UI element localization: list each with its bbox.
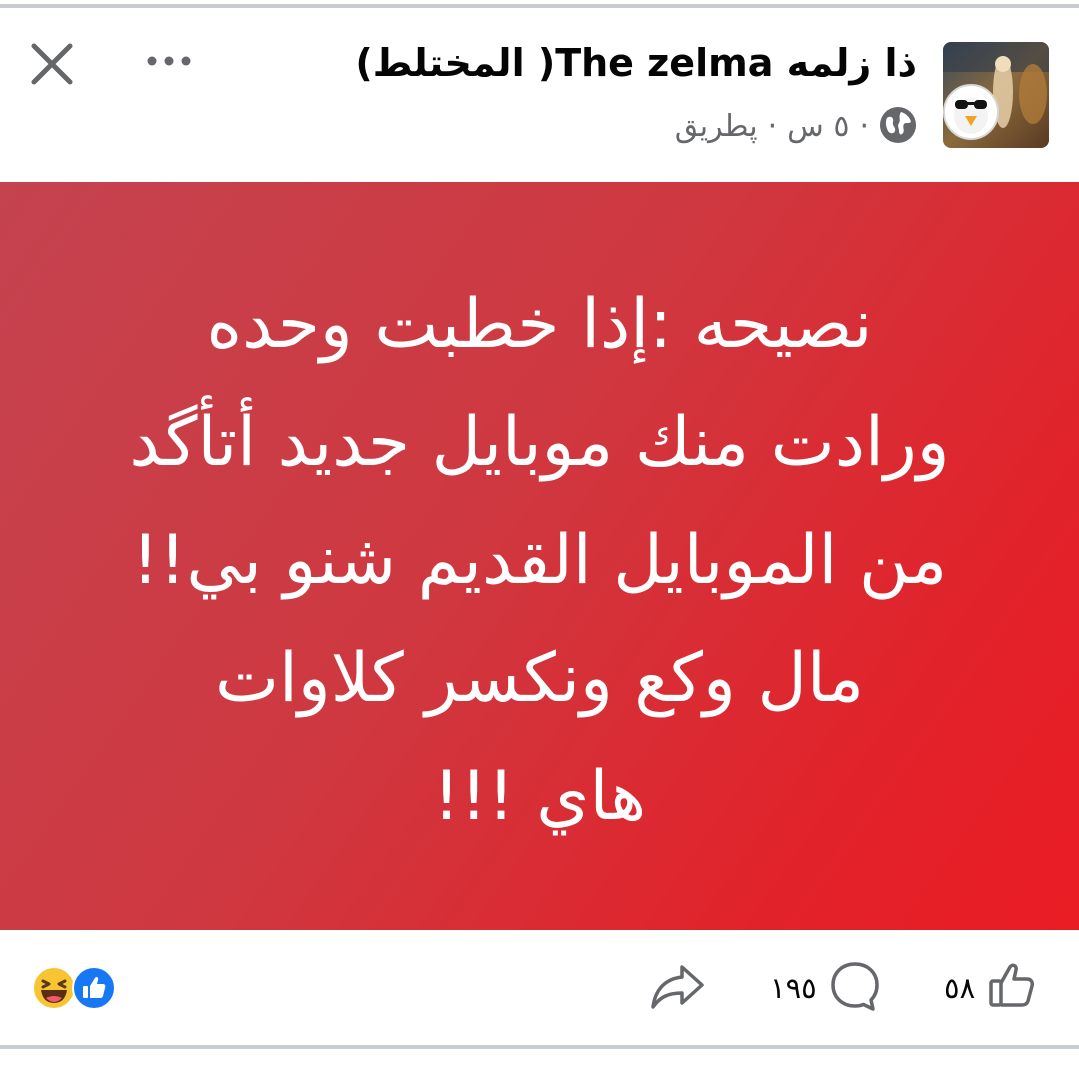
haha-reaction-icon [32, 966, 76, 1010]
post-text-background[interactable]: نصيحه :إذا خطبت وحده ورادت منك موبايل جد… [0, 182, 1079, 930]
post-text-line: من الموبايل القديم شنو بي!! [131, 521, 948, 600]
bottom-divider [0, 1045, 1079, 1049]
reactions-summary[interactable] [32, 966, 120, 1010]
share-button[interactable] [648, 958, 708, 1018]
meta-separator: · [859, 109, 869, 144]
post-text-line: مال وكع ونكسر كلاوات [215, 639, 864, 718]
comments-count: ١٩٥ [770, 971, 817, 1005]
author-label[interactable]: پطريق [675, 107, 758, 147]
close-button[interactable] [22, 36, 82, 96]
top-divider [0, 4, 1079, 8]
like-button[interactable]: ٥٨ [944, 958, 1039, 1018]
share-icon [648, 959, 708, 1017]
more-options-button[interactable] [138, 40, 200, 84]
likes-count: ٥٨ [944, 971, 976, 1005]
comment-button[interactable]: ١٩٥ [770, 958, 883, 1018]
page-name[interactable]: ذا زلمه The zelma( المختلط) [355, 38, 917, 88]
thumbs-up-icon [985, 959, 1039, 1017]
close-icon [28, 40, 76, 92]
comment-icon [827, 958, 883, 1018]
post-body: نصيحه :إذا خطبت وحده ورادت منك موبايل جد… [129, 266, 949, 856]
post-text-line: نصيحه :إذا خطبت وحده [206, 285, 873, 364]
post-text-line: هاي !!! [432, 757, 647, 836]
post-timestamp[interactable]: ٥ س [787, 107, 849, 147]
like-reaction-icon [72, 966, 116, 1010]
post-text-line: ورادت منك موبايل جديد أتأگد [129, 403, 950, 482]
page-avatar[interactable] [943, 42, 1049, 148]
globe-icon [879, 106, 917, 148]
more-horizontal-icon [144, 53, 194, 72]
meta-separator: · [767, 109, 778, 144]
post-meta: پطريق · ٥ س · [675, 106, 917, 148]
